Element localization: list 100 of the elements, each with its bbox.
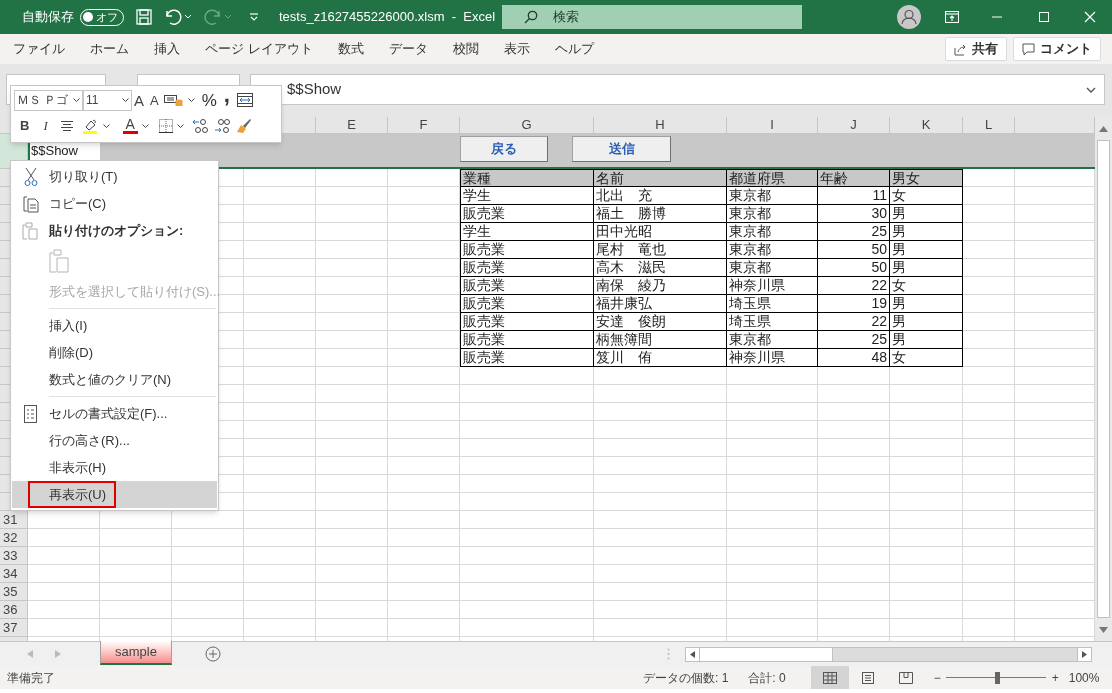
table-cell: 東京都 <box>727 205 818 223</box>
customize-icon[interactable] <box>249 12 259 22</box>
column-header[interactable]: J <box>818 117 890 134</box>
borders-icon[interactable] <box>158 119 173 133</box>
table-cell: 女 <box>890 277 963 295</box>
column-header[interactable]: L <box>963 117 1015 134</box>
ribbon-tab[interactable]: 校閲 <box>452 39 479 59</box>
number-format-icon[interactable] <box>163 93 184 107</box>
menu-item[interactable]: セルの書式設定(F)... <box>12 400 217 427</box>
comma-style-button[interactable]: , <box>223 84 230 106</box>
scrollbar-thumb[interactable] <box>700 648 833 661</box>
font-name-field[interactable]: ＭＳ Ｐゴ <box>14 89 83 111</box>
column-header[interactable]: K <box>890 117 963 134</box>
menu-item[interactable]: 非表示(H) <box>12 454 217 481</box>
normal-view-icon[interactable] <box>810 666 849 689</box>
percent-style-button[interactable]: % <box>201 91 217 109</box>
wrap-text-icon[interactable] <box>236 93 253 107</box>
ribbon-tab[interactable]: 表示 <box>503 39 530 59</box>
ribbon-tab[interactable]: ヘルプ <box>554 39 594 59</box>
close-icon[interactable] <box>1084 11 1096 23</box>
menu-item[interactable]: コピー(C) <box>12 190 217 217</box>
align-center-icon[interactable] <box>59 120 74 132</box>
italic-button[interactable]: I <box>43 116 48 136</box>
ribbon-tab[interactable]: 数式 <box>337 39 364 59</box>
table-cell: 販売業 <box>460 241 594 259</box>
scroll-down-icon[interactable] <box>1099 627 1108 633</box>
grow-font-button[interactable]: A <box>134 92 144 108</box>
bold-button[interactable]: B <box>20 116 30 136</box>
add-sheet-icon[interactable] <box>205 646 221 662</box>
caret-icon[interactable] <box>102 123 110 129</box>
vertical-scrollbar[interactable] <box>1095 117 1112 641</box>
zoom-out-button[interactable]: − <box>933 668 941 687</box>
column-header[interactable]: F <box>388 117 460 134</box>
table-cell: 48 <box>818 349 890 367</box>
scroll-left-icon[interactable] <box>686 648 700 661</box>
decrease-decimal-icon[interactable] <box>213 118 232 134</box>
fill-color-icon[interactable] <box>81 118 98 134</box>
menu-item[interactable]: 切り取り(T) <box>12 163 217 190</box>
sheet-tab[interactable]: sample <box>100 641 172 665</box>
menu-item[interactable]: 再表示(U) <box>12 481 217 508</box>
row-header[interactable]: 37 <box>0 619 28 637</box>
splitter-handle-icon[interactable] <box>667 648 670 660</box>
caret-icon[interactable] <box>176 123 184 129</box>
slider-thumb[interactable] <box>994 671 1000 684</box>
table-cell: 男 <box>890 259 963 277</box>
ribbon-tab[interactable]: ファイル <box>13 39 65 59</box>
sheet-button[interactable]: 戻る <box>460 136 548 162</box>
column-header[interactable]: G <box>460 117 594 134</box>
zoom-in-button[interactable]: + <box>1051 668 1059 687</box>
menu-item[interactable]: 削除(D) <box>12 339 217 366</box>
row-header[interactable]: 36 <box>0 601 28 619</box>
table-cell: 埼玉県 <box>727 313 818 331</box>
table-cell: 学生 <box>460 223 594 241</box>
account-avatar[interactable] <box>897 5 921 29</box>
caret-icon[interactable] <box>187 97 195 103</box>
ribbon-tab[interactable]: ホーム <box>90 39 129 59</box>
menu-item[interactable]: 数式と値のクリア(N) <box>12 366 217 393</box>
save-icon[interactable] <box>135 8 153 26</box>
horizontal-scrollbar[interactable] <box>685 647 1092 662</box>
table-cell: 男 <box>890 331 963 349</box>
row-header[interactable]: 34 <box>0 565 28 583</box>
font-color-button[interactable]: A <box>122 118 138 134</box>
caret-icon[interactable] <box>122 97 129 103</box>
comment-icon <box>1022 42 1035 56</box>
row-header[interactable]: 31 <box>0 511 28 529</box>
column-header[interactable]: E <box>316 117 388 134</box>
share-button[interactable]: 共有 <box>945 37 1007 61</box>
table-cell: 22 <box>818 313 890 331</box>
formula-input[interactable]: $$Show <box>250 74 1105 105</box>
undo-icon[interactable] <box>163 8 193 26</box>
row-header[interactable]: 35 <box>0 583 28 601</box>
ribbon-display-icon[interactable] <box>945 11 959 23</box>
shrink-font-button[interactable]: A <box>150 93 159 107</box>
caret-icon[interactable] <box>73 97 80 103</box>
font-size-field[interactable]: 11 <box>83 89 132 111</box>
column-header[interactable]: I <box>727 117 818 134</box>
caret-icon[interactable] <box>141 123 149 129</box>
row-header[interactable]: 32 <box>0 529 28 547</box>
expand-icon[interactable] <box>1086 85 1096 94</box>
column-header[interactable]: H <box>594 117 727 134</box>
row-header[interactable]: 33 <box>0 547 28 565</box>
ribbon-tab[interactable]: データ <box>388 39 428 59</box>
increase-decimal-icon[interactable] <box>191 118 210 134</box>
ribbon-tab[interactable]: ページ レイアウト <box>205 39 313 59</box>
maximize-icon[interactable] <box>1038 11 1050 23</box>
zoom-slider[interactable] <box>945 671 1046 684</box>
menu-item[interactable]: 挿入(I) <box>12 312 217 339</box>
comment-button[interactable]: コメント <box>1013 37 1101 61</box>
scroll-up-icon[interactable] <box>1099 126 1108 132</box>
menu-item[interactable]: 行の高さ(R)... <box>12 427 217 454</box>
scroll-right-icon[interactable] <box>1077 648 1091 661</box>
ribbon-tab[interactable]: 挿入 <box>154 39 180 59</box>
scrollbar-thumb[interactable] <box>1097 140 1110 618</box>
format-painter-icon[interactable] <box>235 118 252 134</box>
menu-heading: 貼り付けのオプション: <box>49 221 184 240</box>
search-field[interactable]: 検索 <box>502 5 802 29</box>
table-cell: 男 <box>890 241 963 259</box>
table-cell: 販売業 <box>460 205 594 223</box>
table-cell: 北出 充 <box>594 187 727 205</box>
sheet-button[interactable]: 送信 <box>572 136 671 162</box>
